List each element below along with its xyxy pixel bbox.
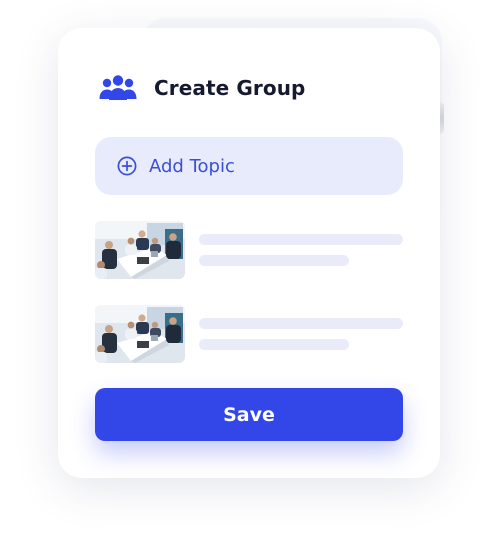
card-title: Create Group	[154, 76, 306, 100]
item-title-placeholder	[199, 234, 403, 245]
add-topic-label: Add Topic	[149, 155, 235, 177]
create-group-card: Create Group Add Topic Save	[58, 28, 440, 478]
topic-list-item[interactable]	[95, 221, 403, 279]
save-button[interactable]: Save	[95, 388, 403, 441]
plus-circle-icon	[117, 156, 137, 176]
stage: Create Group Add Topic Save	[0, 0, 498, 540]
card-header: Create Group	[98, 72, 305, 104]
users-group-icon	[98, 72, 138, 104]
item-title-placeholder	[199, 318, 403, 329]
topic-list-item[interactable]	[95, 305, 403, 363]
item-subtitle-placeholder	[199, 255, 349, 266]
add-topic-button[interactable]: Add Topic	[95, 137, 403, 195]
item-subtitle-placeholder	[199, 339, 349, 350]
meeting-photo-thumbnail	[95, 305, 185, 363]
meeting-photo-thumbnail	[95, 221, 185, 279]
